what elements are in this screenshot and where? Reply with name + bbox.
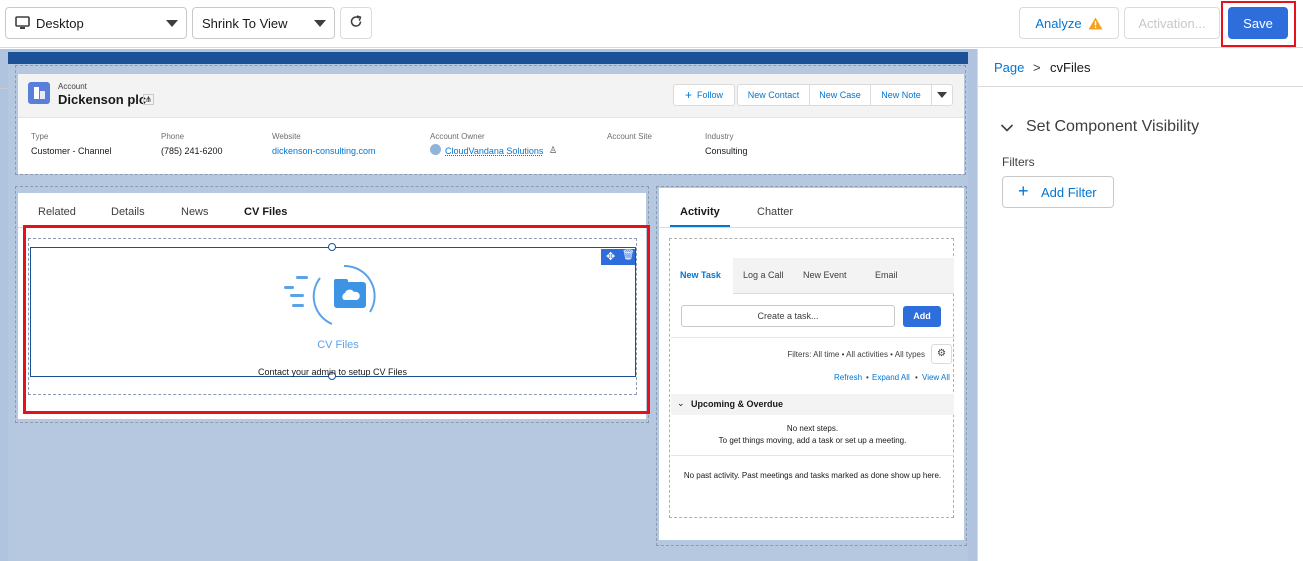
add-task-button[interactable]: Add: [903, 306, 941, 327]
component-tools: ✥ 🗑: [601, 249, 635, 265]
tab-activity[interactable]: Activity: [680, 206, 720, 218]
device-select[interactable]: Desktop: [5, 7, 187, 39]
plus-icon: +: [1018, 181, 1029, 201]
builder-toolbar: Desktop Shrink To View Analyze Activatio…: [0, 0, 1303, 48]
new-contact-button[interactable]: New Contact: [737, 84, 810, 106]
record-name: Dickenson plc: [58, 92, 147, 107]
new-contact-label: New Contact: [747, 90, 800, 100]
owner-avatar: [430, 144, 441, 155]
follow-label: Follow: [697, 90, 724, 100]
breadcrumb-page[interactable]: Page: [994, 60, 1024, 75]
upcoming-section-header[interactable]: ⌄ Upcoming & Overdue: [671, 394, 954, 415]
tab-news[interactable]: News: [181, 206, 209, 218]
breadcrumb-current: cvFiles: [1050, 60, 1091, 75]
add-filter-button[interactable]: + Add Filter: [1002, 176, 1114, 208]
tab-new-event[interactable]: New Event: [803, 270, 847, 280]
delete-icon[interactable]: 🗑: [622, 250, 635, 261]
field-label-owner: Account Owner: [430, 132, 485, 141]
properties-panel: Page > cvFiles Set Component Visibility …: [977, 49, 1303, 561]
account-icon: [28, 82, 50, 104]
field-value-phone: (785) 241-6200: [161, 146, 223, 156]
no-past-activity: No past activity. Past meetings and task…: [683, 471, 942, 480]
hierarchy-icon[interactable]: ⋔: [143, 94, 154, 105]
desktop-icon: [15, 16, 30, 33]
chevron-down-icon: [166, 20, 178, 27]
new-case-button[interactable]: New Case: [809, 84, 871, 106]
analyze-button[interactable]: Analyze: [1019, 7, 1119, 39]
link-separator: •: [915, 373, 918, 382]
field-label-site: Account Site: [607, 132, 652, 141]
upcoming-title: Upcoming & Overdue: [691, 399, 784, 409]
activation-label: Activation...: [1138, 15, 1206, 31]
divider: [671, 455, 954, 456]
field-value-website[interactable]: dickenson-consulting.com: [272, 146, 376, 156]
divider: [978, 86, 1303, 87]
cv-files-message: Contact your admin to setup CV Files: [257, 367, 408, 377]
highlights-header: Account Dickenson plc ⋔ + Follow New Con…: [18, 74, 964, 118]
new-note-button[interactable]: New Note: [870, 84, 932, 106]
tab-details[interactable]: Details: [111, 206, 145, 218]
tab-email[interactable]: Email: [875, 270, 898, 280]
save-button[interactable]: Save: [1228, 7, 1288, 39]
cv-files-title: CV Files: [317, 339, 359, 351]
tab-related[interactable]: Related: [38, 206, 76, 218]
gear-icon[interactable]: ⚙: [931, 344, 952, 364]
field-value-industry: Consulting: [705, 146, 748, 156]
new-task-label: New Task: [680, 270, 721, 280]
no-next-steps-hint: To get things moving, add a task or set …: [718, 436, 907, 445]
zoom-select[interactable]: Shrink To View: [192, 7, 335, 39]
refresh-link[interactable]: Refresh: [834, 373, 862, 382]
canvas-header-strip: [8, 52, 968, 64]
add-filter-label: Add Filter: [1041, 185, 1097, 200]
field-value-owner[interactable]: CloudVandana Solutions: [445, 146, 543, 156]
expand-all-link[interactable]: Expand All: [872, 373, 910, 382]
tab-log-call[interactable]: Log a Call: [743, 270, 784, 280]
new-case-label: New Case: [819, 90, 861, 100]
cv-files-logo-icon: [282, 264, 382, 328]
plus-icon: +: [684, 88, 692, 102]
device-select-label: Desktop: [36, 16, 84, 31]
chevron-down-icon: [937, 92, 947, 98]
create-task-input[interactable]: Create a task...: [681, 305, 895, 327]
activity-tabs-divider: [659, 227, 964, 228]
more-actions-button[interactable]: [931, 84, 953, 106]
follow-button[interactable]: + Follow: [673, 84, 735, 106]
field-label-phone: Phone: [161, 132, 185, 141]
section-title[interactable]: Set Component Visibility: [1026, 118, 1199, 136]
field-value-type: Customer - Channel: [31, 146, 112, 156]
filters-label: Filters: [1002, 155, 1035, 169]
warning-icon: [1088, 17, 1103, 30]
activation-button[interactable]: Activation...: [1124, 7, 1220, 39]
activity-filters-text: Filters: All time • All activities • All…: [787, 350, 925, 359]
chevron-down-icon: [314, 20, 326, 27]
analyze-label: Analyze: [1035, 15, 1082, 31]
chevron-down-icon: ⌄: [677, 398, 685, 408]
refresh-icon: [349, 14, 363, 32]
move-icon[interactable]: ✥: [606, 250, 615, 263]
chevron-down-icon[interactable]: [1000, 120, 1014, 138]
save-label: Save: [1243, 15, 1273, 31]
field-label-website: Website: [272, 132, 301, 141]
link-separator: •: [866, 373, 869, 382]
no-next-steps: No next steps.: [786, 424, 839, 433]
record-highlights[interactable]: Account Dickenson plc ⋔ + Follow New Con…: [18, 74, 964, 174]
field-label-type: Type: [31, 132, 49, 141]
change-owner-icon[interactable]: ♙: [549, 145, 557, 156]
breadcrumb-separator: >: [1033, 60, 1041, 75]
tab-chatter[interactable]: Chatter: [757, 206, 793, 218]
object-label: Account: [58, 82, 87, 91]
resize-handle-top[interactable]: [328, 243, 336, 251]
zoom-select-label: Shrink To View: [202, 16, 288, 31]
tab-new-task[interactable]: New Task: [671, 258, 733, 294]
tab-cv-files[interactable]: CV Files: [244, 206, 287, 218]
divider: [671, 337, 954, 338]
new-note-label: New Note: [881, 90, 921, 100]
refresh-button[interactable]: [340, 7, 372, 39]
view-all-link[interactable]: View All: [922, 373, 950, 382]
field-label-industry: Industry: [705, 132, 734, 141]
divider: [0, 88, 8, 89]
